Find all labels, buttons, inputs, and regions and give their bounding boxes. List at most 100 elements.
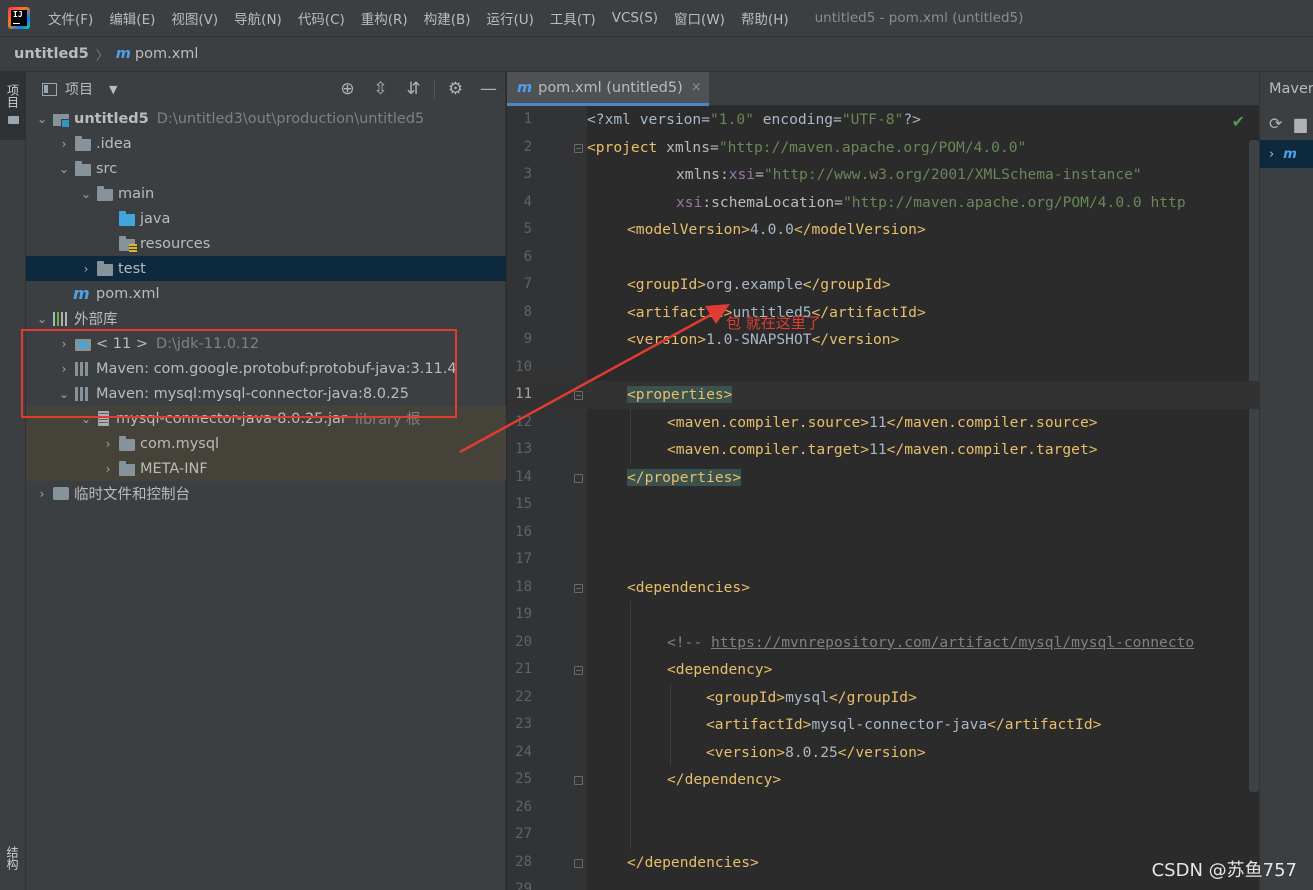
structure-tool-button[interactable]: 结构 xyxy=(4,846,21,870)
tree-node-scratches[interactable]: › 临时文件和控制台 xyxy=(26,481,506,506)
tab-pom-xml[interactable]: m pom.xml (untitled5) × xyxy=(507,72,709,106)
code-line: 24 <version>8.0.25</version> xyxy=(507,738,1259,766)
chevron-down-icon[interactable]: ⌄ xyxy=(78,187,94,201)
code-line: 10 xyxy=(515,358,532,375)
logo-text: IJ xyxy=(13,10,23,19)
folder-icon[interactable]: ▆ xyxy=(1294,114,1306,133)
code-area[interactable]: 1 <?xml version="1.0" encoding="UTF-8"?> … xyxy=(507,106,1259,890)
menu-window[interactable]: 窗口(W) xyxy=(666,8,733,28)
code-line: 20 <!-- https://mvnrepository.com/artifac… xyxy=(507,628,1259,656)
refresh-icon[interactable]: ⟳ xyxy=(1269,114,1282,133)
tree-node-path: D:\jdk-11.0.12 xyxy=(155,335,260,352)
menu-run[interactable]: 运行(U) xyxy=(479,8,542,28)
code-line: 25 </dependency> xyxy=(507,766,1259,794)
project-panel-title[interactable]: 项目 xyxy=(65,79,93,99)
watermark: CSDN @苏鱼757 xyxy=(1151,860,1297,881)
tree-node-test[interactable]: › test xyxy=(26,256,506,281)
maven-panel: Maven ⟳ ▆ › m xyxy=(1259,72,1313,890)
menu-help[interactable]: 帮助(H) xyxy=(733,8,797,28)
tree-node-label: Maven: com.google.protobuf:protobuf-java… xyxy=(96,360,457,377)
hide-panel-icon[interactable]: — xyxy=(472,79,505,99)
tree-node-pom[interactable]: m pom.xml xyxy=(26,281,506,306)
project-panel-header: 项目 ▼ ⊕ ⇳ ⇵ ⚙ — xyxy=(26,72,505,106)
chevron-right-icon[interactable]: › xyxy=(100,462,116,476)
menu-vcs[interactable]: VCS(S) xyxy=(604,10,666,26)
code-line: 13 <maven.compiler.target>11</maven.compi… xyxy=(507,436,1259,464)
tree-node-label: < 11 > xyxy=(96,335,148,352)
code-line: 2 <project xmlns="http://maven.apache.org… xyxy=(523,138,1027,156)
tree-node-label: 临时文件和控制台 xyxy=(74,487,190,503)
chevron-right-icon[interactable]: › xyxy=(34,487,50,501)
tree-node-external-libraries[interactable]: ⌄ 外部库 xyxy=(26,306,506,331)
intellij-logo-icon[interactable]: IJ xyxy=(8,7,30,29)
menu-tools[interactable]: 工具(T) xyxy=(542,8,604,28)
maven-module-icon: m xyxy=(1283,146,1297,162)
menu-build[interactable]: 构建(B) xyxy=(416,8,479,28)
menu-edit[interactable]: 编辑(E) xyxy=(101,8,163,28)
tree-node-com-mysql[interactable]: › com.mysql xyxy=(26,431,506,456)
chevron-right-icon[interactable]: › xyxy=(1269,147,1274,162)
tree-node-maven-mysql[interactable]: ⌄ Maven: mysql:mysql-connector-java:8.0.… xyxy=(26,381,506,406)
code-line: 14 </properties> xyxy=(515,468,742,486)
editor-tab-bar: m pom.xml (untitled5) × xyxy=(507,72,1259,106)
tree-node-main[interactable]: ⌄ main xyxy=(26,181,506,206)
maven-panel-title[interactable]: Maven xyxy=(1260,72,1313,106)
code-line: 29 xyxy=(515,881,532,890)
tree-node-jar[interactable]: ⌄ mysql-connector-java-8.0.25.jar librar… xyxy=(26,406,506,431)
code-line: 6 xyxy=(523,248,532,265)
tab-label: pom.xml (untitled5) xyxy=(538,79,683,96)
window-title: untitled5 - pom.xml (untitled5) xyxy=(814,10,1024,26)
chevron-right-icon[interactable]: › xyxy=(78,262,94,276)
breadcrumb-file[interactable]: pom.xml xyxy=(135,46,199,62)
fold-icon xyxy=(574,666,583,675)
menu-navigate[interactable]: 导航(N) xyxy=(226,8,290,28)
locate-file-icon[interactable]: ⊕ xyxy=(331,79,364,99)
tree-node-src[interactable]: ⌄ src xyxy=(26,156,506,181)
resources-folder-icon xyxy=(119,235,137,252)
tree-node-resources[interactable]: resources xyxy=(26,231,506,256)
collapse-all-icon[interactable]: ⇵ xyxy=(397,79,430,99)
chevron-down-icon[interactable]: ⌄ xyxy=(78,412,94,426)
chevron-right-icon[interactable]: › xyxy=(56,337,72,351)
tree-node-jdk[interactable]: › < 11 > D:\jdk-11.0.12 xyxy=(26,331,506,356)
code-line-current: 11 <properties> xyxy=(507,381,1259,409)
annotation-text: 包 就在这里了 xyxy=(726,314,821,332)
breadcrumb-project[interactable]: untitled5 xyxy=(14,46,89,62)
tree-node-label: mysql-connector-java-8.0.25.jar xyxy=(116,410,347,427)
gear-icon[interactable]: ⚙ xyxy=(439,79,472,99)
scratches-icon xyxy=(53,487,69,500)
chevron-down-icon[interactable]: ⌄ xyxy=(56,162,72,176)
chevron-right-icon[interactable]: › xyxy=(100,437,116,451)
maven-project-row[interactable]: › m xyxy=(1260,140,1313,168)
tree-node-label: .idea xyxy=(96,135,132,152)
tree-node-idea[interactable]: › .idea xyxy=(26,131,506,156)
code-line: 19 xyxy=(507,601,1259,629)
chevron-down-icon[interactable]: ▼ xyxy=(109,83,117,96)
code-line: 16 xyxy=(515,523,532,540)
code-line: 21 <dependency> xyxy=(507,656,1259,684)
code-line: 8 <artifactId>untitled5</artifactId> xyxy=(523,303,926,321)
tree-node-java[interactable]: java xyxy=(26,206,506,231)
tree-node-label: pom.xml xyxy=(96,285,160,302)
chevron-down-icon[interactable]: ⌄ xyxy=(56,387,72,401)
tree-node-root[interactable]: ⌄ untitled5 D:\untitled3\out\production\… xyxy=(26,106,506,131)
menu-file[interactable]: 文件(F) xyxy=(40,8,101,28)
menu-refactor[interactable]: 重构(R) xyxy=(353,8,416,28)
expand-all-icon[interactable]: ⇳ xyxy=(364,79,397,99)
tree-node-label: Maven: mysql:mysql-connector-java:8.0.25 xyxy=(96,385,410,402)
tree-node-maven-protobuf[interactable]: › Maven: com.google.protobuf:protobuf-ja… xyxy=(26,356,506,381)
source-folder-icon xyxy=(119,210,135,226)
chevron-right-icon[interactable]: › xyxy=(56,137,72,151)
menu-code[interactable]: 代码(C) xyxy=(290,8,353,28)
chevron-down-icon[interactable]: ⌄ xyxy=(34,312,50,326)
chevron-down-icon[interactable]: ⌄ xyxy=(34,112,50,126)
breadcrumb-separator-icon: 〉 xyxy=(95,48,109,64)
maven-file-icon: m xyxy=(115,46,131,62)
project-tool-button[interactable]: 项目 xyxy=(0,72,26,140)
chevron-right-icon[interactable]: › xyxy=(56,362,72,376)
tree-node-label: 外部库 xyxy=(74,312,118,328)
tree-node-meta-inf[interactable]: › META-INF xyxy=(26,456,506,481)
code-line: 4 xsi:schemaLocation="http://maven.apache… xyxy=(523,193,1186,211)
menu-view[interactable]: 视图(V) xyxy=(163,8,226,28)
close-icon[interactable]: × xyxy=(691,80,702,95)
